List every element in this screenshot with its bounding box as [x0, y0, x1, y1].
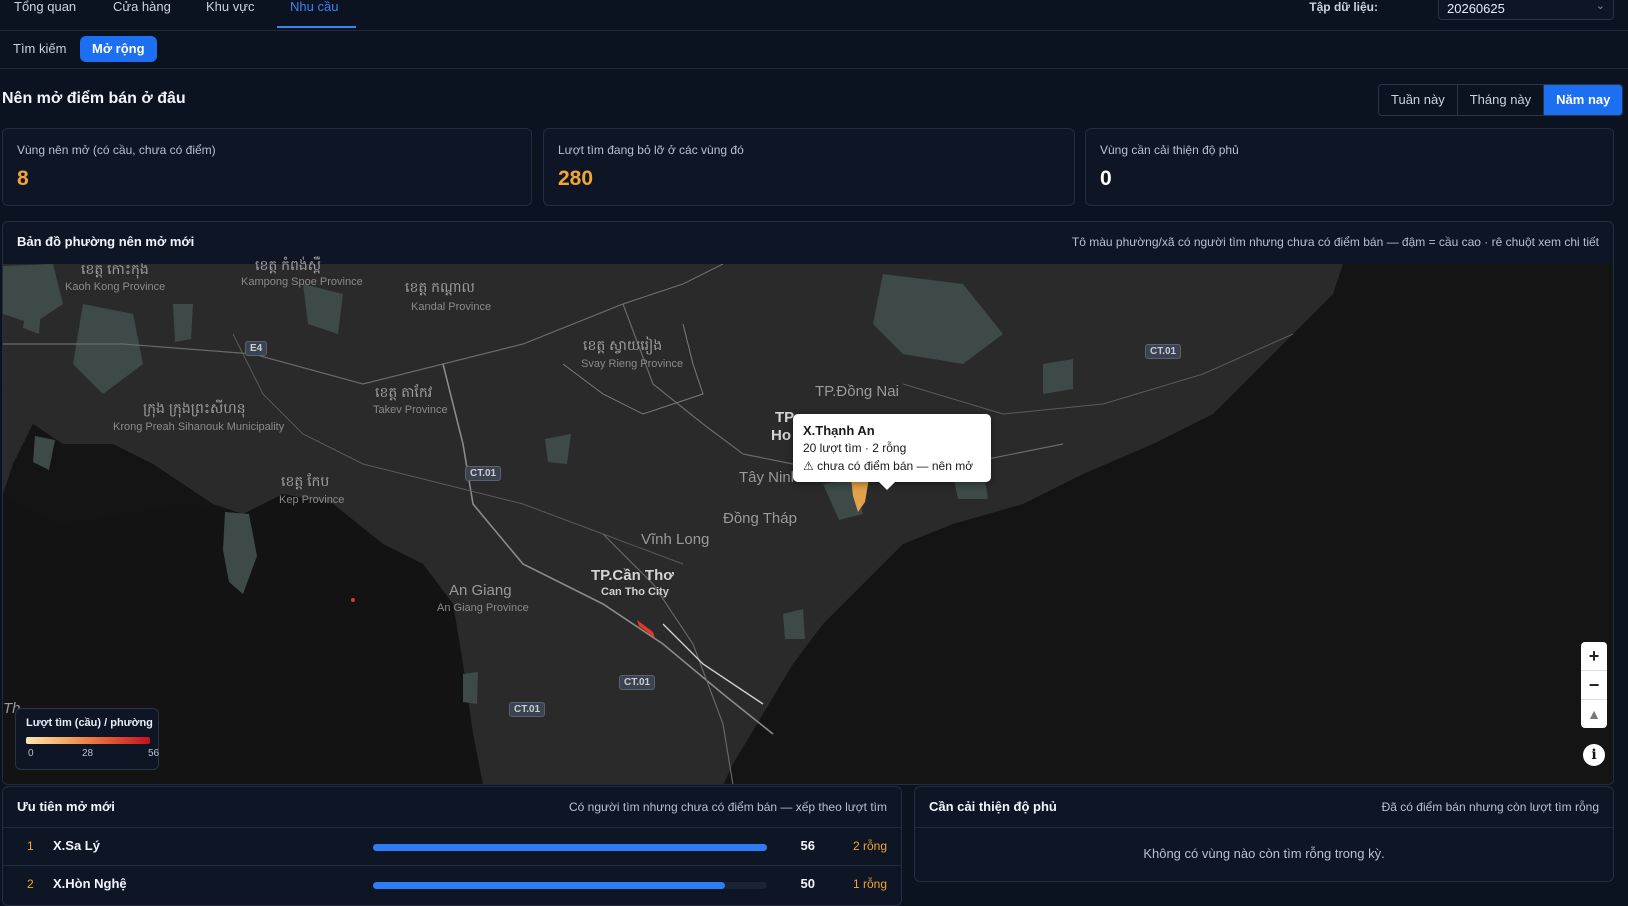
tooltip-stats: 20 lượt tìm · 2 rỗng — [803, 441, 907, 455]
zoom-out-button[interactable]: − — [1581, 671, 1607, 700]
kpi-card-coverage: Vùng cần cải thiện độ phủ 0 — [1085, 128, 1614, 206]
map-card: Bản đồ phường nên mở mới Tô màu phường/x… — [2, 221, 1614, 785]
period-year[interactable]: Năm nay — [1544, 85, 1623, 115]
kpi-label: Lượt tìm đang bỏ lỡ ở các vùng đó — [558, 143, 744, 157]
map-label: TP — [775, 409, 795, 426]
subtab-tim-kiem[interactable]: Tìm kiếm — [1, 36, 78, 62]
map-tooltip: X.Thạnh An 20 lượt tìm · 2 rỗng ⚠ chưa c… — [793, 414, 991, 490]
row-rank: 1 — [27, 839, 34, 853]
map-label: TP.Cần Thơ — [591, 567, 674, 584]
map-label: Krong Preah Sihanouk Municipality — [113, 421, 285, 433]
map-label: Vĩnh Long — [641, 531, 710, 548]
map-label: Can Tho City — [601, 586, 669, 598]
kpi-label: Vùng nên mở (có cầu, chưa có điểm) — [17, 143, 216, 157]
kpi-card-open-regions: Vùng nên mở (có cầu, chưa có điểm) 8 — [2, 128, 532, 206]
road-shield: CT.01 — [1145, 344, 1182, 359]
row-count: 50 — [800, 876, 815, 891]
map-label: TP.Đồng Nai — [815, 383, 899, 400]
period-month[interactable]: Tháng này — [1458, 85, 1545, 115]
dataset-select[interactable]: 20260625 ⌄ — [1438, 0, 1614, 20]
priority-panel: Ưu tiên mở mới Có người tìm nhưng chưa c… — [2, 786, 902, 906]
tab-tong-quan[interactable]: Tổng quan — [14, 0, 76, 28]
map-zoom-controls: + − ▲ — [1581, 642, 1607, 728]
map-label: ខេត្ត ស្វាយរៀង — [583, 337, 663, 353]
map-legend: Lượt tìm (cầu) / phường 0 28 56 — [15, 708, 159, 770]
map-label: An Giang — [449, 582, 512, 599]
map-label: Tây Ninh — [739, 469, 800, 486]
legend-min: 0 — [28, 748, 34, 759]
map-canvas[interactable]: ខេត្ត កោះកុង Kaoh Kong Province ខេត្ត កំ… — [3, 257, 1613, 784]
road-shield: E4 — [245, 341, 268, 356]
coverage-hint: Đã có điểm bán nhưng còn lượt tìm rỗng — [1381, 800, 1599, 814]
map-label: ខេត្ត តាកែវ — [375, 384, 433, 400]
legend-mid: 28 — [82, 748, 94, 759]
priority-hint: Có người tìm nhưng chưa có điểm bán — xế… — [568, 800, 887, 814]
tab-cua-hang[interactable]: Cửa hàng — [113, 0, 171, 28]
compass-button[interactable]: ▲ — [1581, 700, 1607, 728]
subtab-mo-rong[interactable]: Mở rộng — [80, 36, 157, 62]
page-title: Nên mở điểm bán ở đâu — [2, 90, 186, 107]
coverage-empty-row: Không có vùng nào còn tìm rỗng trong kỳ. — [915, 827, 1613, 881]
map-label: An Giang Province — [437, 602, 529, 614]
map-label: Đồng Tháp — [723, 510, 797, 527]
kpi-value: 0 — [1100, 167, 1112, 190]
sub-nav: Tìm kiếm Mở rộng — [0, 30, 1628, 69]
map-label: Takev Province — [373, 404, 448, 416]
legend-gradient — [26, 737, 150, 744]
row-name: X.Sa Lý — [53, 838, 100, 853]
map-label: ខេត្ត កែប — [281, 473, 330, 489]
map-title: Bản đồ phường nên mở mới — [17, 234, 195, 249]
tab-nhu-cau[interactable]: Nhu cầu — [277, 0, 356, 28]
row-gap: 2 rỗng — [852, 839, 887, 853]
row-count: 56 — [800, 838, 815, 853]
map-label: ខេត្ត កំពង់ស្ពឺ — [255, 257, 322, 273]
period-selector: Tuần này Tháng này Năm nay — [1378, 84, 1624, 116]
chevron-down-icon: ⌄ — [1595, 0, 1605, 12]
road-shield: CT.01 — [619, 675, 656, 690]
kpi-card-missed-searches: Lượt tìm đang bỏ lỡ ở các vùng đó 280 — [543, 128, 1075, 206]
tooltip-name: X.Thạnh An — [803, 423, 875, 438]
map-label: Ho — [771, 427, 791, 444]
legend-max: 56 — [148, 748, 160, 759]
row-gap: 1 rỗng — [852, 877, 887, 891]
road-shield: CT.01 — [465, 466, 502, 481]
row-bar-fill — [373, 882, 725, 889]
legend-title: Lượt tìm (cầu) / phường — [26, 717, 153, 729]
map-hint: Tô màu phường/xã có người tìm nhưng chưa… — [1071, 235, 1599, 249]
row-rank: 2 — [27, 877, 34, 891]
map-label: Kaoh Kong Province — [65, 281, 166, 293]
table-row[interactable]: 2 X.Hòn Nghệ 50 1 rỗng — [3, 865, 901, 904]
row-name: X.Hòn Nghệ — [53, 876, 127, 891]
row-bar-track — [373, 882, 767, 889]
map-label: Svay Rieng Province — [581, 358, 684, 370]
row-bar-track — [373, 844, 767, 851]
row-bar-fill — [373, 844, 767, 851]
dataset-value: 20260625 — [1447, 1, 1505, 16]
priority-title: Ưu tiên mở mới — [17, 799, 115, 814]
map-label: ក្រុង ក្រុងព្រះសីហនុ — [143, 400, 246, 416]
map-label: ខេត្ត កោះកុង — [81, 261, 149, 277]
period-week[interactable]: Tuần này — [1379, 85, 1458, 115]
coverage-panel: Cần cải thiện độ phủ Đã có điểm bán nhưn… — [914, 786, 1614, 882]
map-label: Kandal Province — [411, 301, 492, 313]
coverage-title: Cần cải thiện độ phủ — [929, 799, 1057, 814]
zoom-in-button[interactable]: + — [1581, 642, 1607, 671]
dataset-label: Tập dữ liệu: — [1309, 0, 1378, 14]
kpi-value: 280 — [558, 167, 594, 190]
kpi-label: Vùng cần cải thiện độ phủ — [1100, 143, 1239, 157]
map-label: Kep Province — [279, 494, 345, 506]
top-nav: Tổng quan Cửa hàng Khu vực Nhu cầu Tập d… — [0, 0, 1628, 31]
info-icon[interactable]: i — [1583, 744, 1605, 766]
map-label: ខេត្ត កណ្តាល — [405, 279, 475, 295]
coverage-empty-message: Không có vùng nào còn tìm rỗng trong kỳ. — [1143, 846, 1385, 861]
road-shield: CT.01 — [509, 702, 546, 717]
table-row[interactable]: 1 X.Sa Lý 56 2 rỗng — [3, 827, 901, 866]
map-label: Kampong Spoe Province — [241, 276, 363, 288]
kpi-value: 8 — [17, 167, 29, 190]
tooltip-note: ⚠ chưa có điểm bán — nên mở — [803, 459, 974, 473]
tab-khu-vuc[interactable]: Khu vực — [206, 0, 254, 28]
